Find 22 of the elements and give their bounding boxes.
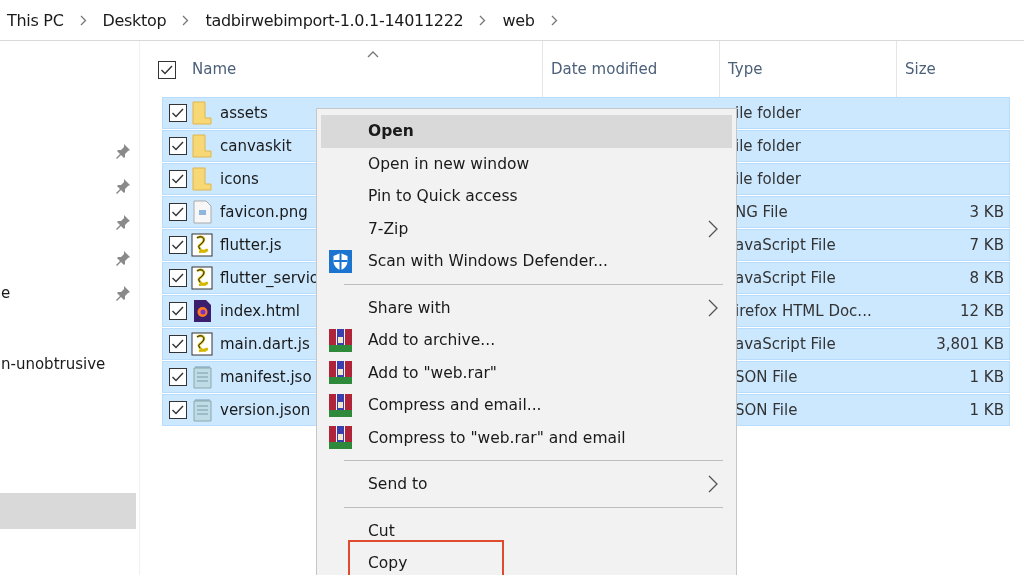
file-name: index.html	[220, 302, 300, 320]
file-name: favicon.png	[220, 203, 308, 221]
file-size: 12 KB	[960, 302, 1004, 320]
file-type: SON File	[735, 368, 798, 386]
file-name: icons	[220, 170, 259, 188]
file-name: main.dart.js	[220, 335, 310, 353]
file-name: assets	[220, 104, 268, 122]
file-size: 1 KB	[969, 368, 1004, 386]
file-name: version.json	[220, 401, 311, 419]
file-name: manifest.jso	[220, 368, 312, 386]
file-type: avaScript File	[735, 236, 836, 254]
file-size: 1 KB	[969, 401, 1004, 419]
file-name: flutter_servic	[220, 269, 319, 287]
file-size: 7 KB	[969, 236, 1004, 254]
file-type: SON File	[735, 401, 798, 419]
file-size: 8 KB	[969, 269, 1004, 287]
file-type: avaScript File	[735, 335, 836, 353]
file-type: avaScript File	[735, 269, 836, 287]
file-name: flutter.js	[220, 236, 282, 254]
file-name: canvaskit	[220, 137, 292, 155]
file-size: 3 KB	[969, 203, 1004, 221]
file-size: 3,801 KB	[936, 335, 1004, 353]
